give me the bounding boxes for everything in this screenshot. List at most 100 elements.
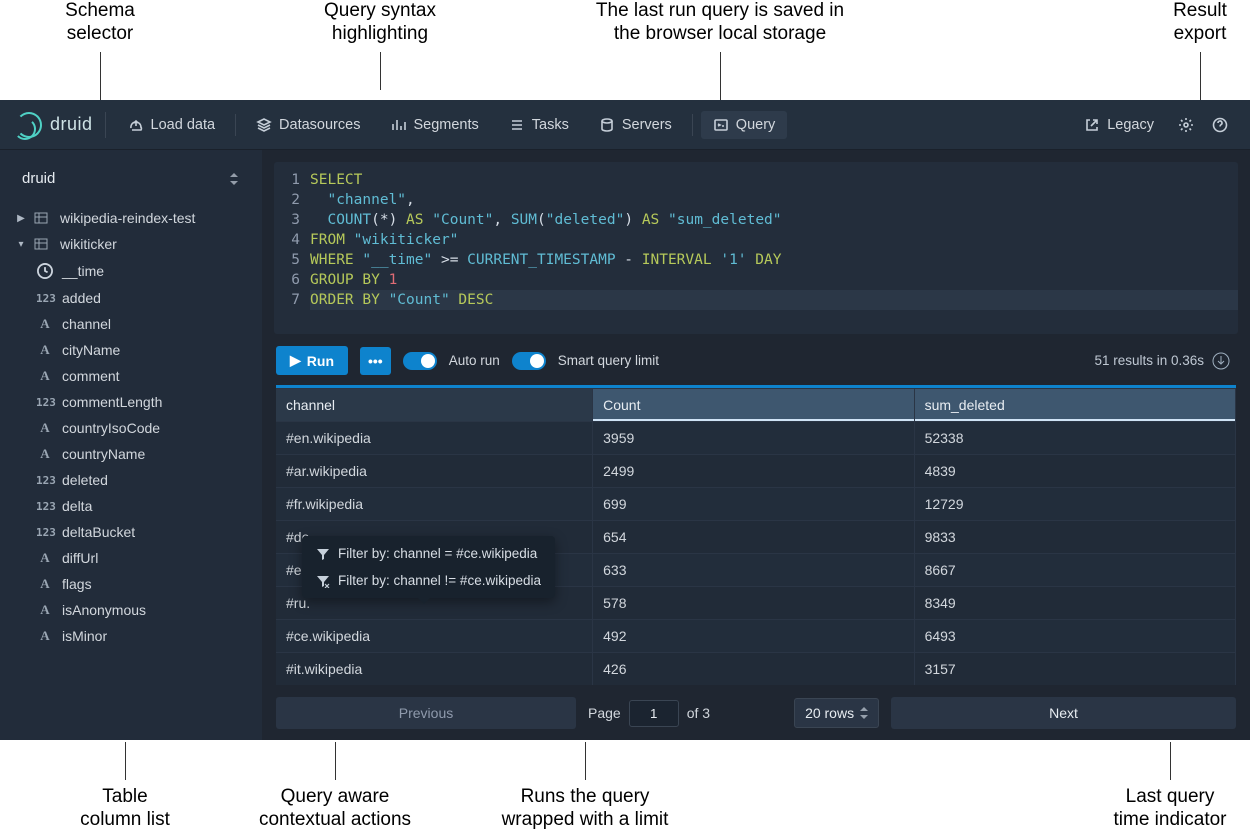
cell-count[interactable]: 3959 <box>593 422 914 455</box>
number-icon: 123 <box>36 396 54 409</box>
gear-icon <box>1178 117 1194 133</box>
cell-count[interactable]: 426 <box>593 653 914 686</box>
column-row[interactable]: 123delta <box>8 493 254 519</box>
nav-label: Tasks <box>532 117 569 133</box>
cell-channel[interactable]: #en.wikipedia <box>276 422 593 455</box>
column-row[interactable]: 123added <box>8 285 254 311</box>
datasource-row[interactable]: ▾ wikiticker <box>8 231 254 257</box>
chevron-right-icon: ▶ <box>16 213 26 224</box>
column-row[interactable]: __time <box>8 257 254 285</box>
nav-legacy[interactable]: Legacy <box>1072 111 1166 139</box>
editor-gutter: 1234567 <box>274 170 310 310</box>
next-button[interactable]: Next <box>891 697 1236 729</box>
cell-sum[interactable]: 9833 <box>914 521 1235 554</box>
column-row[interactable]: 123deleted <box>8 467 254 493</box>
cell-sum[interactable]: 8667 <box>914 554 1235 587</box>
cell-count[interactable]: 654 <box>593 521 914 554</box>
column-header[interactable]: channel <box>276 389 593 422</box>
content-pane: 1234567 SELECT "channel", COUNT(*) AS "C… <box>262 150 1250 740</box>
sql-editor[interactable]: 1234567 SELECT "channel", COUNT(*) AS "C… <box>274 162 1238 334</box>
column-name: cityName <box>62 342 120 358</box>
table-row[interactable]: #it.wikipedia 426 3157 <box>276 653 1236 686</box>
cell-sum[interactable]: 3157 <box>914 653 1235 686</box>
column-row[interactable]: Acomment <box>8 363 254 389</box>
cell-count[interactable]: 492 <box>593 620 914 653</box>
nav-help[interactable] <box>1206 111 1234 139</box>
download-icon[interactable] <box>1212 352 1230 370</box>
cell-sum[interactable]: 6493 <box>914 620 1235 653</box>
column-row[interactable]: Achannel <box>8 311 254 337</box>
datasource-label: wikiticker <box>60 236 117 252</box>
cell-count[interactable]: 633 <box>593 554 914 587</box>
cell-sum[interactable]: 8349 <box>914 587 1235 620</box>
chevron-down-icon: ▾ <box>16 239 26 250</box>
run-button[interactable]: ▶ Run <box>276 346 348 375</box>
schema-selector[interactable]: druid <box>12 164 250 193</box>
table-row[interactable]: #ce.wikipedia 492 6493 <box>276 620 1236 653</box>
app-shell: druid Load data Datasources Segments Tas… <box>0 100 1250 740</box>
column-row[interactable]: AcountryName <box>8 441 254 467</box>
play-icon: ▶ <box>290 352 301 369</box>
cell-channel[interactable]: #ar.wikipedia <box>276 455 593 488</box>
column-name: isAnonymous <box>62 602 146 618</box>
column-row[interactable]: AcountryIsoCode <box>8 415 254 441</box>
text-icon: A <box>36 550 54 566</box>
nav-settings[interactable] <box>1172 111 1200 139</box>
page-of: of 3 <box>687 705 710 721</box>
cell-count[interactable]: 2499 <box>593 455 914 488</box>
caret-updown-icon <box>860 707 870 719</box>
smart-limit-toggle[interactable] <box>512 352 546 370</box>
column-row[interactable]: Aflags <box>8 571 254 597</box>
annotation-label: Last query <box>1090 786 1250 809</box>
annotation-label: the browser local storage <box>560 23 880 46</box>
cell-channel[interactable]: #it.wikipedia <box>276 653 593 686</box>
nav-label: Servers <box>622 117 672 133</box>
nav-tasks[interactable]: Tasks <box>497 111 581 139</box>
text-icon: A <box>36 316 54 332</box>
brand[interactable]: druid <box>16 112 106 138</box>
table-row[interactable]: #en.wikipedia 3959 52338 <box>276 422 1236 455</box>
text-icon: A <box>36 602 54 618</box>
column-name: flags <box>62 576 92 592</box>
context-menu-item-filter-eq[interactable]: Filter by: channel = #ce.wikipedia <box>302 540 555 567</box>
column-row[interactable]: 123deltaBucket <box>8 519 254 545</box>
table-row[interactable]: #fr.wikipedia 699 12729 <box>276 488 1236 521</box>
nav-separator <box>692 114 693 136</box>
table-row[interactable]: #ar.wikipedia 2499 4839 <box>276 455 1236 488</box>
editor-code[interactable]: SELECT "channel", COUNT(*) AS "Count", S… <box>310 170 1238 310</box>
page-input[interactable] <box>629 700 679 727</box>
nav-datasources[interactable]: Datasources <box>244 111 372 139</box>
previous-button[interactable]: Previous <box>276 697 576 729</box>
nav-label: Datasources <box>279 117 360 133</box>
nav-query[interactable]: Query <box>701 111 788 139</box>
column-name: isMinor <box>62 628 107 644</box>
column-name: channel <box>62 316 111 332</box>
column-row[interactable]: AisAnonymous <box>8 597 254 623</box>
cell-count[interactable]: 699 <box>593 488 914 521</box>
auto-run-toggle[interactable] <box>403 352 437 370</box>
datasource-row[interactable]: ▶ wikipedia-reindex-test <box>8 205 254 231</box>
nav-segments[interactable]: Segments <box>378 111 490 139</box>
column-row[interactable]: AcityName <box>8 337 254 363</box>
cell-channel[interactable]: #fr.wikipedia <box>276 488 593 521</box>
cell-count[interactable]: 578 <box>593 587 914 620</box>
cell-channel[interactable]: #ce.wikipedia <box>276 620 593 653</box>
column-row[interactable]: AisMinor <box>8 623 254 649</box>
column-name: deleted <box>62 472 108 488</box>
nav-load-data[interactable]: Load data <box>116 111 228 139</box>
column-header[interactable]: sum_deleted <box>914 389 1235 422</box>
column-row[interactable]: AdiffUrl <box>8 545 254 571</box>
rows-per-page-select[interactable]: 20 rows <box>794 698 879 728</box>
text-icon: A <box>36 628 54 644</box>
context-menu-item-filter-neq[interactable]: Filter by: channel != #ce.wikipedia <box>302 567 555 594</box>
column-name: added <box>62 290 101 306</box>
run-menu-button[interactable]: ••• <box>360 347 391 375</box>
annotations-bottom: Table column list Query aware contextual… <box>0 745 1250 840</box>
nav-servers[interactable]: Servers <box>587 111 684 139</box>
cell-sum[interactable]: 4839 <box>914 455 1235 488</box>
cell-sum[interactable]: 12729 <box>914 488 1235 521</box>
cell-sum[interactable]: 52338 <box>914 422 1235 455</box>
terminal-icon <box>713 117 729 133</box>
column-row[interactable]: 123commentLength <box>8 389 254 415</box>
column-header[interactable]: Count <box>593 389 914 422</box>
